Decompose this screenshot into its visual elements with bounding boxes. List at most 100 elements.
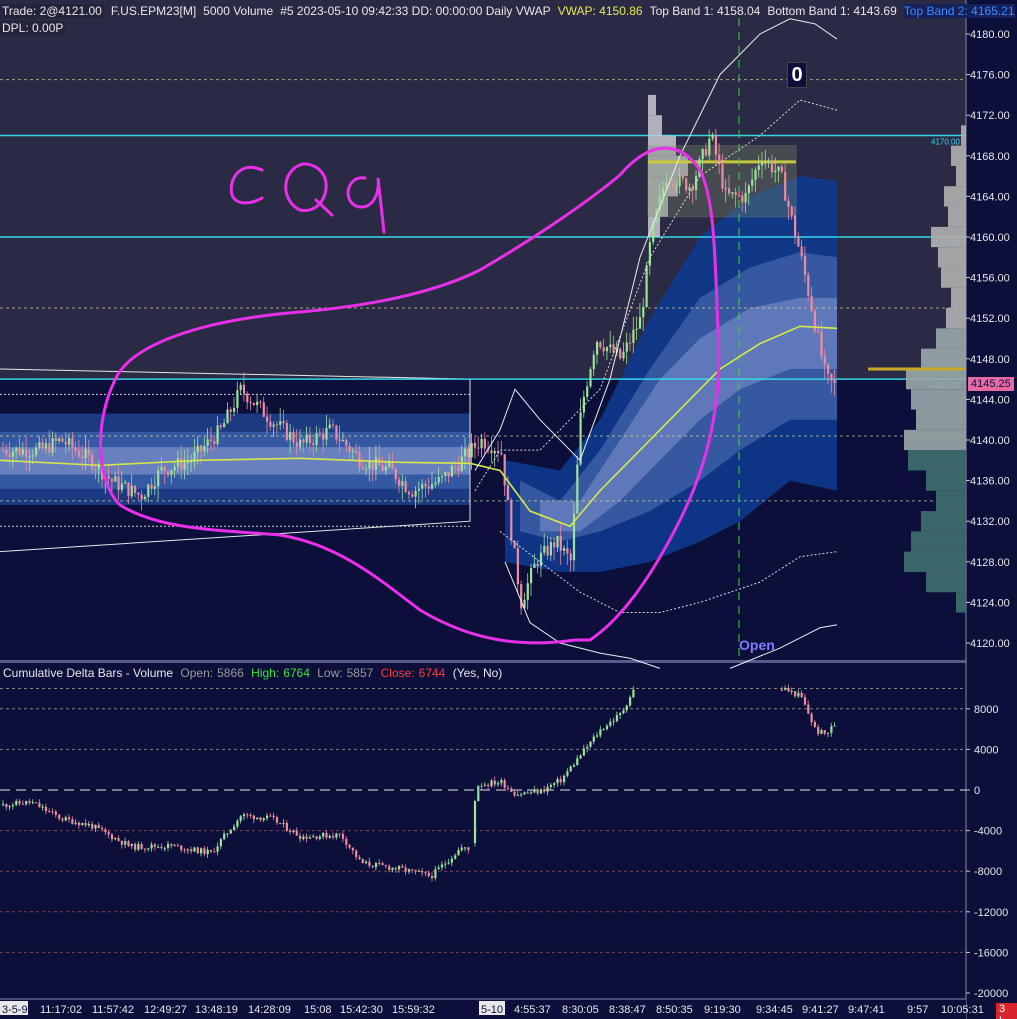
price-candle-212: [701, 149, 704, 160]
delta-candle-119: [394, 867, 397, 870]
delta-candle-18: [61, 818, 64, 821]
price-candle-120: [398, 479, 401, 486]
delta-candle-104: [345, 838, 348, 845]
delta-candle-22: [74, 822, 77, 824]
price-candle-64: [213, 441, 216, 445]
delta-candle-122: [404, 867, 407, 872]
profile-bar-23: [956, 592, 966, 613]
delta-candle-16: [54, 811, 57, 815]
price-candle-243: [803, 255, 807, 276]
price-candle-39: [130, 485, 133, 497]
delta-candle-161: [533, 789, 536, 793]
delta-candle-236: [780, 689, 783, 691]
delta-candle-184: [609, 721, 612, 726]
delta-candle-68: [226, 833, 229, 835]
time-label-8: 15:59:32: [392, 1004, 435, 1016]
price-candle-247: [817, 330, 820, 332]
price-candle-66: [219, 425, 222, 428]
price-tick-label-12: 4132.00: [970, 516, 1010, 528]
price-candle-233: [770, 161, 774, 173]
chart-header: Trade: 2@4121.00 F.US.EPM23[M] 5000 Volume…: [0, 4, 1017, 20]
high-value: 6764: [283, 666, 310, 680]
delta-candle-156: [516, 795, 519, 797]
profile-bar-10: [936, 328, 966, 349]
price-candle-166: [549, 541, 552, 556]
delta-candle-127: [421, 870, 424, 873]
symbol-label[interactable]: F.US.EPM23[M]: [111, 4, 196, 18]
delta-candle-148: [490, 780, 493, 786]
delta-candle-69: [229, 829, 232, 834]
price-chart-svg[interactable]: 4170.004160.004146.00CQG4180.004176.0041…: [0, 0, 1017, 1019]
price-candle-11: [38, 442, 41, 448]
price-candle-238: [787, 200, 790, 207]
price-candle-106: [351, 450, 354, 452]
delta-candle-241: [797, 692, 800, 697]
delta-candle-74: [246, 814, 249, 816]
delta-candle-30: [101, 827, 104, 830]
delta-candle-91: [302, 836, 305, 840]
time-label-0: 3-5-9: [2, 1004, 28, 1016]
price-candle-151: [500, 452, 503, 455]
delta-candle-165: [546, 786, 549, 792]
delta-candle-5: [18, 800, 21, 804]
delta-candle-21: [71, 819, 74, 824]
price-candle-9: [31, 455, 34, 457]
profile-bar-11: [921, 348, 966, 369]
delta-candle-80: [266, 815, 269, 819]
delta-candle-92: [305, 836, 308, 839]
price-candle-128: [424, 484, 427, 487]
delta-candle-136: [450, 858, 453, 863]
price-candle-90: [299, 439, 302, 447]
delta-candle-110: [365, 861, 368, 864]
price-candle-56: [186, 462, 189, 464]
delta-candle-133: [440, 864, 444, 868]
price-candle-137: [454, 465, 457, 467]
price-candle-28: [94, 469, 97, 471]
price-candle-219: [724, 188, 727, 190]
delta-candle-174: [576, 758, 579, 766]
price-candle-168: [556, 536, 559, 548]
price-candle-79: [262, 402, 265, 417]
delta-candle-141: [467, 847, 470, 851]
time-label-11: 8:30:05: [562, 1004, 599, 1016]
price-tick-label-11: 4136.00: [970, 476, 1010, 488]
delta-candle-245: [810, 713, 813, 722]
delta-candle-15: [51, 811, 54, 813]
price-candle-62: [206, 439, 209, 446]
profile-bar-18: [936, 490, 966, 512]
price-candle-142: [470, 442, 473, 458]
delta-candle-151: [500, 780, 503, 784]
profile-bar-13: [911, 389, 966, 410]
price-candle-50: [167, 471, 170, 475]
profile-bar-22: [926, 571, 966, 593]
delta-candle-98: [325, 832, 328, 838]
delta-candle-113: [374, 863, 378, 868]
delta-candle-183: [605, 725, 609, 730]
delta-candle-76: [252, 815, 255, 820]
delta-candle-248: [820, 730, 823, 734]
price-candle-104: [345, 440, 348, 446]
price-candle-232: [767, 161, 770, 163]
delta-candle-153: [506, 787, 510, 789]
price-candle-18: [61, 438, 64, 442]
price-candle-190: [629, 342, 632, 344]
profile-bar-0: [961, 125, 966, 146]
delta-candle-131: [434, 869, 437, 879]
high-label: High:: [251, 666, 280, 680]
profile-bar-15: [904, 429, 966, 451]
session-profile-bar-0: [648, 94, 656, 116]
delta-candle-106: [351, 847, 354, 851]
delta-candle-44: [147, 848, 150, 850]
price-candle-94: [312, 443, 315, 445]
price-candle-75: [249, 402, 252, 404]
delta-candle-117: [388, 866, 391, 870]
delta-candle-8: [28, 800, 31, 803]
time-label-9: 5-10: [481, 1004, 503, 1016]
profile-bar-2: [956, 165, 966, 187]
price-candle-174: [576, 464, 579, 514]
top-band-1-readout: Top Band 1: 4158.04: [649, 4, 761, 18]
price-candle-167: [553, 541, 556, 548]
delta-candle-147: [487, 784, 490, 786]
price-candle-136: [450, 465, 453, 477]
price-tick-label-0: 4180.00: [970, 29, 1010, 41]
